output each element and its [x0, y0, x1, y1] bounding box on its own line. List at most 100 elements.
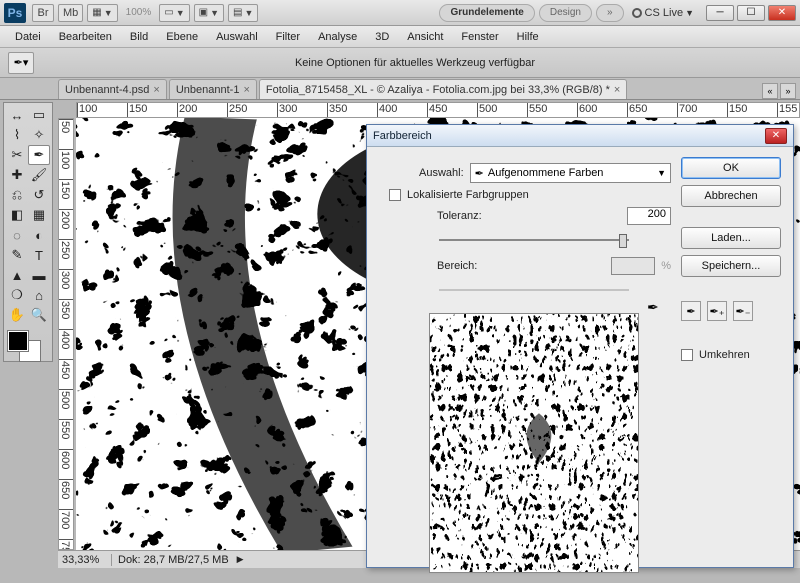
history-brush-tool[interactable]: ↺: [28, 185, 50, 205]
umkehren-checkbox[interactable]: [681, 349, 693, 361]
titlebar: Ps Br Mb ▦▼ 100% ▭▼ ▣▼ ▤▼ Grundelemente …: [0, 0, 800, 26]
toleranz-input[interactable]: 200: [627, 207, 671, 225]
zoom-tool[interactable]: 🔍: [28, 305, 50, 325]
workspace-more[interactable]: »: [596, 4, 624, 22]
tab-unbenannt-1[interactable]: Unbenannt-1×: [169, 79, 257, 99]
crop-tool[interactable]: ✂: [6, 145, 28, 165]
chevron-down-icon: ▼: [657, 168, 666, 178]
ruler-vertical[interactable]: 5010015020025030035040045050055060065070…: [58, 118, 74, 550]
eraser-tool[interactable]: ◧: [6, 205, 28, 225]
menu-bild[interactable]: Bild: [121, 28, 157, 46]
eyedropper-add[interactable]: ✒₊: [707, 301, 727, 321]
dialog-titlebar[interactable]: Farbbereich ✕: [367, 125, 793, 147]
window-minimize-button[interactable]: ─: [706, 5, 734, 21]
window-close-button[interactable]: ✕: [768, 5, 796, 21]
options-message: Keine Optionen für aktuelles Werkzeug ve…: [38, 57, 792, 69]
hand-tool[interactable]: ✋: [6, 305, 28, 325]
bereich-input: [611, 257, 655, 275]
shape-tool[interactable]: ▬: [28, 265, 50, 285]
auswahl-select[interactable]: ✒ Aufgenommene Farben ▼: [470, 163, 671, 183]
brush-tool[interactable]: 🖌: [28, 165, 50, 185]
view-guides-button[interactable]: ▤▼: [228, 4, 258, 22]
laden-button[interactable]: Laden...: [681, 227, 781, 249]
view-extras-button[interactable]: ▣▼: [194, 4, 224, 22]
menu-bearbeiten[interactable]: Bearbeiten: [50, 28, 121, 46]
selection-preview[interactable]: [429, 313, 639, 573]
toleranz-label: Toleranz:: [437, 210, 482, 222]
stamp-tool[interactable]: ⎌: [6, 185, 28, 205]
bereich-label: Bereich:: [437, 260, 477, 272]
tab-scroll-left[interactable]: «: [762, 83, 778, 99]
eyedropper-icon: ✒: [475, 167, 484, 180]
menu-analyse[interactable]: Analyse: [309, 28, 366, 46]
pen-tool[interactable]: ✎: [6, 245, 28, 265]
type-tool[interactable]: T: [28, 245, 50, 265]
menu-3d[interactable]: 3D: [366, 28, 398, 46]
dodge-tool[interactable]: ◐: [28, 225, 50, 245]
menu-filter[interactable]: Filter: [267, 28, 309, 46]
menu-hilfe[interactable]: Hilfe: [508, 28, 548, 46]
tab-scroll-right[interactable]: »: [780, 83, 796, 99]
lasso-tool[interactable]: ⌇: [6, 125, 28, 145]
toleranz-slider[interactable]: [439, 231, 629, 249]
heal-tool[interactable]: ✚: [6, 165, 28, 185]
speichern-button[interactable]: Speichern...: [681, 255, 781, 277]
eyedropper-icon: ✒: [14, 56, 23, 69]
app-logo: Ps: [4, 3, 26, 23]
tab-unbenannt-4[interactable]: Unbenannt-4.psd×: [58, 79, 167, 99]
menu-datei[interactable]: Datei: [6, 28, 50, 46]
minibridge-button[interactable]: Mb: [58, 4, 83, 22]
workspace-design[interactable]: Design: [539, 4, 592, 22]
document-tabs: Unbenannt-4.psd× Unbenannt-1× Fotolia_87…: [0, 78, 800, 100]
gradient-tool[interactable]: ▦: [28, 205, 50, 225]
ruler-horizontal[interactable]: 1001502002503003504004505005506006507001…: [76, 102, 800, 118]
dialog-title: Farbbereich: [373, 130, 432, 142]
eyedropper-tool[interactable]: ✒: [28, 145, 50, 165]
current-tool-indicator[interactable]: ✒▾: [8, 52, 34, 74]
options-bar: ✒▾ Keine Optionen für aktuelles Werkzeug…: [0, 48, 800, 78]
close-icon[interactable]: ×: [153, 84, 159, 96]
cs-live-button[interactable]: CS Live▼: [632, 7, 694, 19]
lokalisiert-label: Lokalisierte Farbgruppen: [407, 189, 529, 201]
screen-mode-button[interactable]: ▭▼: [159, 4, 189, 22]
lokalisiert-checkbox[interactable]: [389, 189, 401, 201]
camera-tool[interactable]: ⌂: [28, 285, 50, 305]
3d-tool[interactable]: ❍: [6, 285, 28, 305]
eyedropper-sample[interactable]: ✒: [681, 301, 701, 321]
toolbox: ↔▭ ⌇✧ ✂✒ ✚🖌 ⎌↺ ◧▦ ◌◐ ✎T ▲▬ ❍⌂ ✋🔍: [3, 102, 53, 362]
eyedropper-subtract[interactable]: ✒₋: [733, 301, 753, 321]
dialog-close-button[interactable]: ✕: [765, 128, 787, 144]
chevron-right-icon[interactable]: ▶: [237, 554, 244, 565]
ok-button[interactable]: OK: [681, 157, 781, 179]
tab-fotolia[interactable]: Fotolia_8715458_XL - © Azaliya - Fotolia…: [259, 79, 627, 99]
move-tool[interactable]: ↔: [6, 105, 28, 125]
wand-tool[interactable]: ✧: [28, 125, 50, 145]
abbrechen-button[interactable]: Abbrechen: [681, 185, 781, 207]
window-maximize-button[interactable]: ☐: [737, 5, 765, 21]
farbbereich-dialog: Farbbereich ✕ Auswahl: ✒ Aufgenommene Fa…: [366, 124, 794, 568]
umkehren-label: Umkehren: [699, 349, 750, 361]
menu-auswahl[interactable]: Auswahl: [207, 28, 267, 46]
menu-ebene[interactable]: Ebene: [157, 28, 207, 46]
foreground-color-swatch[interactable]: [8, 331, 28, 351]
close-icon[interactable]: ×: [614, 84, 620, 96]
zoom-level[interactable]: 100%: [126, 7, 152, 18]
menu-ansicht[interactable]: Ansicht: [398, 28, 452, 46]
arrange-docs-button[interactable]: ▦▼: [87, 4, 117, 22]
preview-content: [430, 314, 638, 572]
preview-eyedropper-icon[interactable]: ✒: [647, 299, 659, 315]
bridge-button[interactable]: Br: [32, 4, 54, 22]
workspace-grundelemente[interactable]: Grundelemente: [439, 4, 534, 22]
blur-tool[interactable]: ◌: [6, 225, 28, 245]
marquee-tool[interactable]: ▭: [28, 105, 50, 125]
color-swatches[interactable]: [6, 329, 50, 359]
status-zoom[interactable]: 33,33%: [58, 554, 112, 566]
menubar: Datei Bearbeiten Bild Ebene Auswahl Filt…: [0, 26, 800, 48]
cslive-icon: [632, 8, 642, 18]
menu-fenster[interactable]: Fenster: [452, 28, 507, 46]
status-doc-info[interactable]: Dok: 28,7 MB/27,5 MB: [112, 554, 235, 566]
path-select-tool[interactable]: ▲: [6, 265, 28, 285]
close-icon[interactable]: ×: [243, 84, 249, 96]
auswahl-label: Auswahl:: [419, 167, 464, 179]
bereich-slider: [439, 281, 629, 299]
